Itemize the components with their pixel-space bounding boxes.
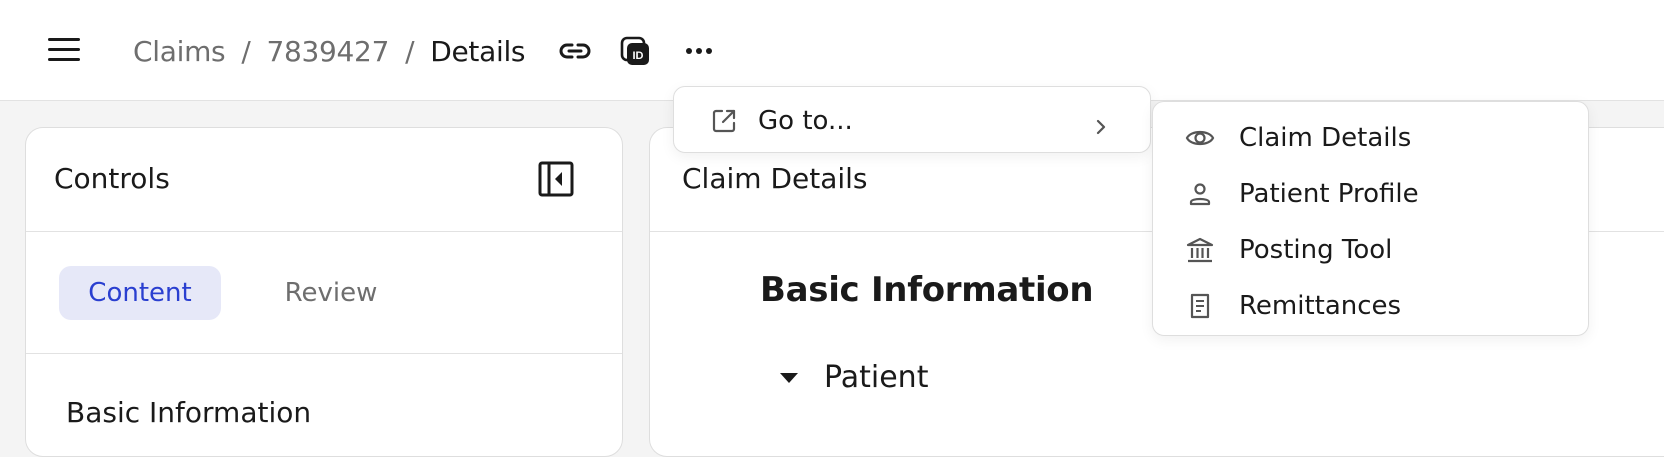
section-basic-information[interactable]: Basic Information xyxy=(66,396,311,429)
caret-down-icon xyxy=(780,372,798,383)
breadcrumb: Claims / 7839427 / Details xyxy=(133,31,526,71)
id-icon-text: ID xyxy=(633,50,644,62)
submenu-item-claim-details[interactable]: Claim Details xyxy=(1185,118,1575,158)
controls-title: Controls xyxy=(54,162,170,195)
submenu-item-label: Posting Tool xyxy=(1239,235,1393,265)
submenu-item-label: Claim Details xyxy=(1239,123,1412,153)
controls-panel-header: Controls xyxy=(26,128,622,232)
submenu-item-label: Remittances xyxy=(1239,291,1402,321)
menu-item-go-to[interactable]: Go to... xyxy=(710,101,1130,141)
tab-review[interactable]: Review xyxy=(271,266,391,320)
basic-information-heading: Basic Information xyxy=(760,270,1094,310)
hamburger-menu-icon[interactable] xyxy=(44,36,84,64)
menu-item-go-to-label: Go to... xyxy=(758,106,853,136)
receipt-icon xyxy=(1185,291,1215,321)
copy-id-icon[interactable]: ID xyxy=(617,34,653,68)
collapse-panel-icon[interactable] xyxy=(538,161,574,197)
submenu-item-label: Patient Profile xyxy=(1239,179,1419,209)
eye-icon xyxy=(1185,123,1215,153)
patient-section-toggle[interactable]: Patient xyxy=(780,360,928,395)
link-icon[interactable] xyxy=(557,34,593,68)
submenu-item-patient-profile[interactable]: Patient Profile xyxy=(1185,174,1575,214)
controls-panel: Controls Content Review Basic Informatio… xyxy=(25,127,623,457)
claim-details-title: Claim Details xyxy=(682,162,868,195)
breadcrumb-claim-id[interactable]: 7839427 xyxy=(266,35,389,68)
patient-label: Patient xyxy=(824,360,929,395)
breadcrumb-separator: / xyxy=(241,34,251,68)
submenu-item-posting-tool[interactable]: Posting Tool xyxy=(1185,230,1575,270)
submenu-item-remittances[interactable]: Remittances xyxy=(1185,286,1575,326)
more-options-menu: Go to... xyxy=(673,86,1151,153)
bank-icon xyxy=(1185,235,1215,265)
go-to-submenu: Claim Details Patient Profile Posting To… xyxy=(1152,101,1589,336)
breadcrumb-details: Details xyxy=(430,34,526,68)
controls-tabs: Content Review xyxy=(26,232,622,354)
more-options-icon[interactable] xyxy=(681,34,717,68)
breadcrumb-claims[interactable]: Claims xyxy=(133,35,226,68)
tab-content[interactable]: Content xyxy=(59,266,221,320)
breadcrumb-separator: / xyxy=(405,34,415,68)
chevron-right-icon xyxy=(1092,113,1110,135)
person-icon xyxy=(1185,179,1215,209)
external-link-icon xyxy=(710,107,738,135)
